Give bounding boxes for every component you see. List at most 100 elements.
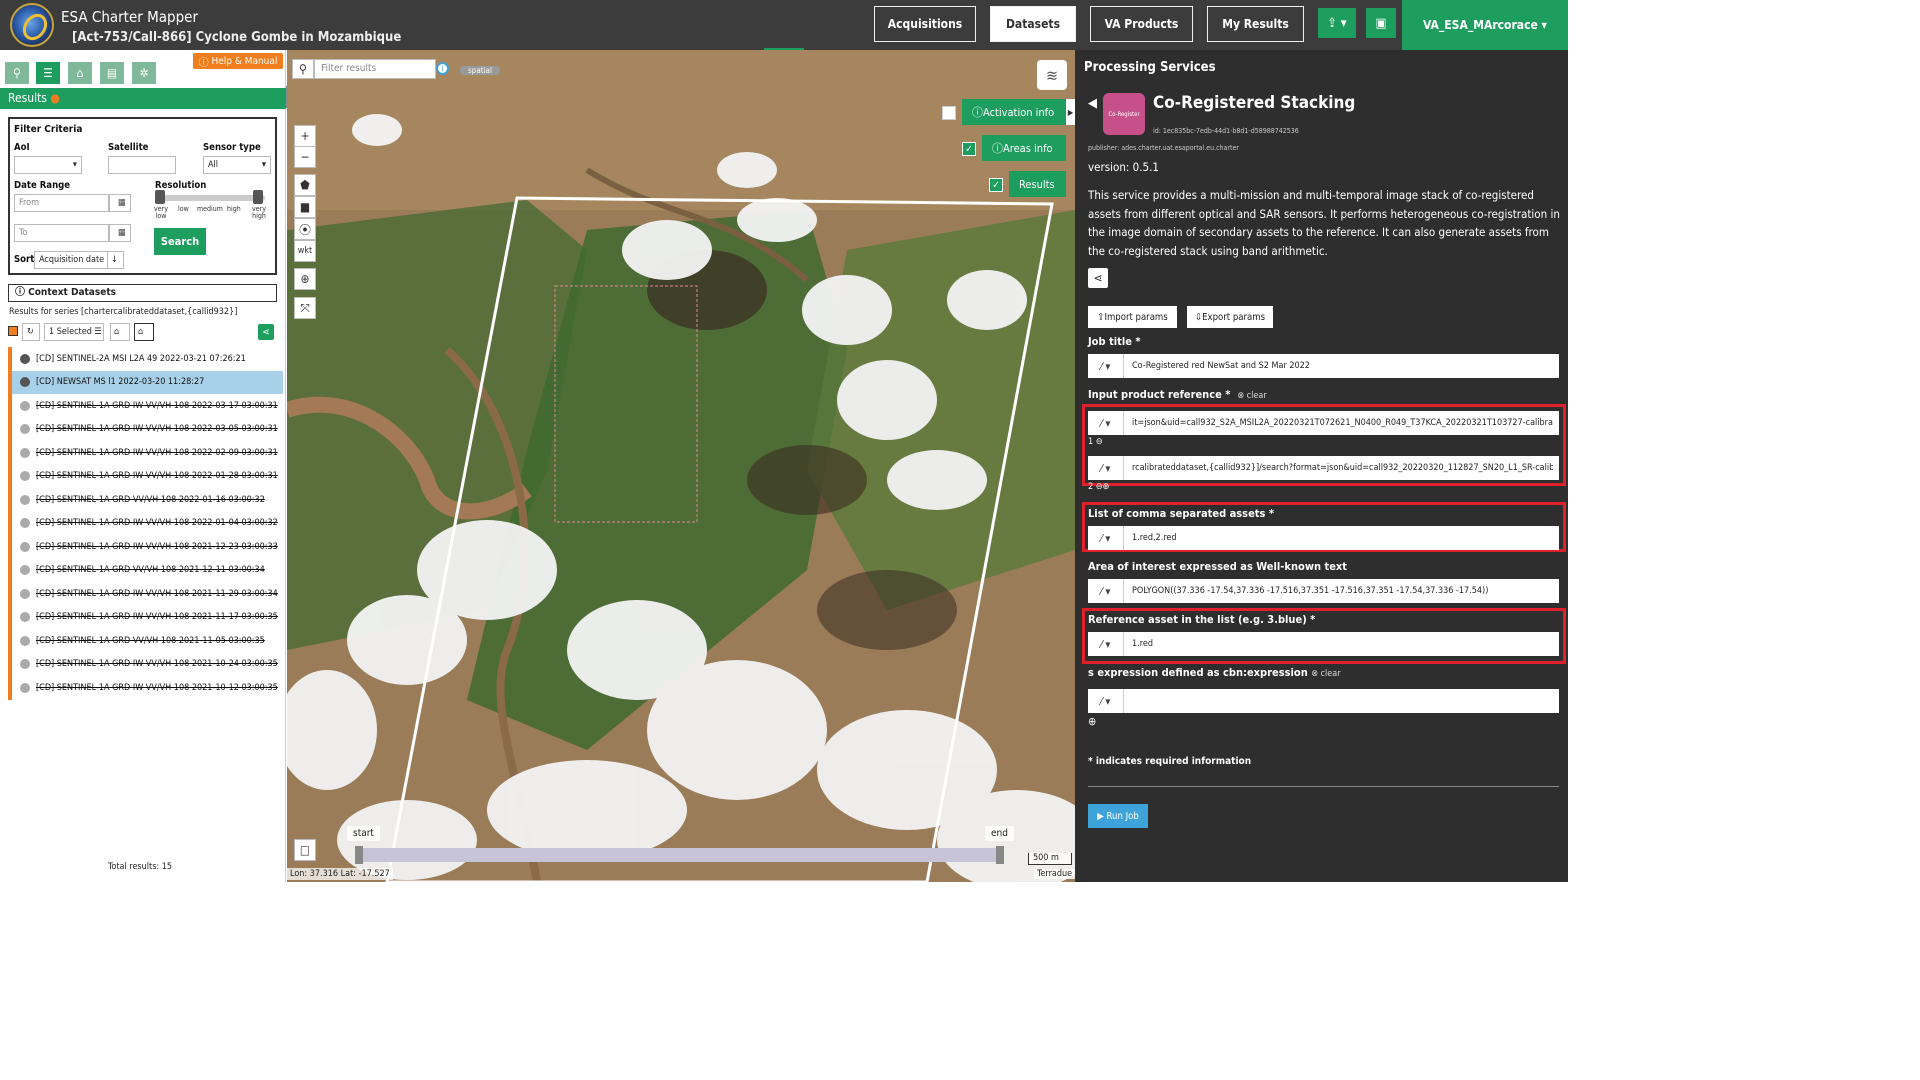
result-item[interactable]: [CD] SENTINEL-1A GRD VV/VH 108 2021-12-1… (8, 558, 283, 582)
import-params-button[interactable]: ⇪ Import params (1088, 306, 1177, 328)
from-date-input[interactable]: From (14, 194, 109, 212)
minus-circle-icon[interactable]: ⊖ (1096, 482, 1103, 492)
result-item[interactable]: [CD] SENTINEL-1A GRD IW VV/VH 108 2021-1… (8, 582, 283, 606)
share-icon[interactable]: ⋖ (258, 324, 274, 340)
aoi-select[interactable]: ▾ (14, 156, 82, 174)
nav-acquisitions[interactable]: Acquisitions (874, 6, 976, 42)
activation-info-button[interactable]: ⓘ Activation info (962, 99, 1066, 125)
results-layer-button[interactable]: Results (1009, 171, 1066, 197)
result-item[interactable]: [CD] SENTINEL-1A GRD VV/VH 108 2021-11-0… (8, 629, 283, 653)
expression-field[interactable]: ⁄ ▾ (1088, 689, 1559, 713)
plus-circle-icon[interactable]: ⊕ (1088, 715, 1096, 728)
result-item[interactable]: [CD] SENTINEL-1A GRD IW VV/VH 108 2022-0… (8, 441, 283, 465)
export-params-button[interactable]: ⇩ Export params (1187, 306, 1273, 328)
upload-icon[interactable]: ⇪ ▾ (1318, 8, 1356, 38)
layers-icon[interactable]: ≋ (1037, 60, 1067, 90)
basket-icon[interactable]: ⌂ (68, 62, 92, 84)
draw-point-icon[interactable]: ⦿ (294, 218, 316, 240)
sensor-type-select[interactable]: All ▾ (203, 156, 271, 174)
zoom-in-button[interactable]: + (294, 125, 316, 147)
fullscreen-icon[interactable]: ⤧ (294, 297, 316, 319)
areas-info-button[interactable]: ⓘ Areas info (982, 135, 1066, 161)
result-item[interactable]: [CD] SENTINEL-1A GRD IW VV/VH 108 2022-0… (8, 511, 283, 535)
share-icon[interactable]: ⋖ (1088, 268, 1108, 288)
result-item[interactable]: [CD] SENTINEL-1A GRD IW VV/VH 108 2022-0… (8, 464, 283, 488)
info-icon[interactable]: i (436, 62, 449, 75)
nav-my-results[interactable]: My Results (1207, 6, 1304, 42)
reference-asset-field[interactable]: ⁄ ▾ 1.red (1088, 632, 1559, 656)
search-icon[interactable]: ⚲ (292, 59, 314, 79)
wand-icon[interactable]: ⁄ ▾ (1088, 456, 1124, 480)
satellite-input[interactable] (108, 156, 176, 174)
sort-select[interactable]: Acquisition date (34, 251, 109, 269)
draw-polygon-icon[interactable]: ⬟ (294, 174, 316, 196)
to-date-input[interactable]: To (14, 224, 109, 242)
assets-field[interactable]: ⁄ ▾ 1.red,2.red (1088, 526, 1559, 550)
timeline-end-handle[interactable] (996, 846, 1004, 864)
resolution-handle-min[interactable] (155, 190, 165, 204)
resolution-slider[interactable] (155, 195, 265, 201)
help-manual-button[interactable]: ⓘ Help & Manual (193, 53, 283, 69)
result-item[interactable]: [CD] NEWSAT MS l1 2022-03-20 11:28:27 (8, 370, 283, 394)
search-button[interactable]: Search (154, 228, 206, 255)
sort-direction-icon[interactable]: ↓ (107, 251, 124, 269)
zoom-out-button[interactable]: − (294, 146, 316, 168)
nav-datasets[interactable]: Datasets (990, 6, 1076, 42)
input-product-field-2[interactable]: ⁄ ▾ rcalibrateddataset,{callid932}]/searc… (1088, 456, 1559, 480)
input-product-field-1[interactable]: ⁄ ▾ it=json&uid=call932_S2A_MSIL2A_202203… (1088, 411, 1559, 435)
calendar-icon[interactable]: ▦ (109, 194, 131, 212)
result-item[interactable]: [CD] SENTINEL-1A GRD IW VV/VH 108 2022-0… (8, 394, 283, 418)
select-all-checkbox[interactable] (8, 326, 18, 336)
timeline-start-handle[interactable] (355, 846, 363, 864)
wkt-button[interactable]: wkt (294, 240, 316, 262)
run-job-button[interactable]: ▶ Run Job (1088, 804, 1148, 828)
collapse-right-icon[interactable]: ▶ (1066, 99, 1075, 125)
wand-icon[interactable]: ⁄ ▾ (1088, 632, 1124, 656)
timeline-slider[interactable] (355, 848, 1003, 862)
list-icon[interactable]: ☰ (36, 62, 60, 84)
spatial-badge[interactable]: spatial (460, 66, 500, 75)
wand-icon[interactable]: ⁄ ▾ (1088, 526, 1124, 550)
map-view[interactable] (287, 50, 1075, 882)
nav-va-products[interactable]: VA Products (1090, 6, 1193, 42)
back-arrow-icon[interactable]: ◀ (1088, 96, 1097, 111)
context-datasets[interactable]: ⓘ Context Datasets (8, 284, 277, 302)
help-icon[interactable]: ● (50, 91, 59, 105)
plus-circle-icon[interactable]: ⊕ (1103, 482, 1110, 492)
results-checkbox[interactable]: ✓ (989, 178, 1003, 192)
basket-remove-icon[interactable]: ⌂ (134, 323, 154, 341)
square-icon[interactable]: □ (294, 839, 316, 861)
search-icon[interactable]: ⚲ (5, 62, 29, 84)
job-title-field[interactable]: ⁄ ▾ Co-Registered red NewSat and S2 Mar 2… (1088, 354, 1559, 378)
wand-icon[interactable]: ⁄ ▾ (1088, 579, 1124, 603)
map-filter-input[interactable]: Filter results (314, 59, 436, 79)
areas-info-checkbox[interactable]: ✓ (962, 142, 976, 156)
resolution-handle-max[interactable] (253, 190, 263, 204)
selected-dropdown[interactable]: 1 Selected ☰ (44, 323, 104, 341)
wand-icon[interactable]: ⁄ ▾ (1088, 411, 1124, 435)
result-item[interactable]: [CD] SENTINEL-1A GRD VV/VH 108 2022-01-1… (8, 488, 283, 512)
archive-icon[interactable]: ▤ (100, 62, 124, 84)
draw-rectangle-icon[interactable]: ■ (294, 196, 316, 218)
result-item[interactable]: [CD] SENTINEL-1A GRD IW VV/VH 108 2021-1… (8, 535, 283, 559)
basket-add-icon[interactable]: ⌂ (110, 323, 130, 341)
wand-icon[interactable]: ⁄ ▾ (1088, 354, 1124, 378)
result-item[interactable]: [CD] SENTINEL-1A GRD IW VV/VH 108 2021-1… (8, 605, 283, 629)
clear-expression-button[interactable]: ⊗ clear (1311, 669, 1340, 679)
esa-charter-logo[interactable] (10, 3, 54, 47)
minus-circle-icon[interactable]: ⊖ (1096, 437, 1103, 447)
globe-icon[interactable]: ⊕ (294, 268, 316, 290)
result-item[interactable]: [CD] SENTINEL-1A GRD IW VV/VH 108 2021-1… (8, 676, 283, 700)
result-item[interactable]: [CD] SENTINEL-1A GRD IW VV/VH 108 2021-1… (8, 652, 283, 676)
user-menu[interactable]: VA_ESA_MArcorace ▾ (1402, 0, 1568, 50)
clear-input-button[interactable]: ⊗ clear (1237, 391, 1266, 401)
gear-icon[interactable]: ✲ (132, 62, 156, 84)
refresh-icon[interactable]: ↻ (22, 323, 40, 341)
result-item[interactable]: [CD] SENTINEL-1A GRD IW VV/VH 108 2022-0… (8, 417, 283, 441)
briefcase-icon[interactable]: ▣ (1366, 8, 1396, 38)
aoi-wkt-field[interactable]: ⁄ ▾ POLYGON((37.336 -17.54,37.336 -17.516… (1088, 579, 1559, 603)
wand-icon[interactable]: ⁄ ▾ (1088, 689, 1124, 713)
result-item[interactable]: [CD] SENTINEL-2A MSI L2A 49 2022-03-21 0… (8, 347, 283, 371)
activation-info-checkbox[interactable] (942, 106, 956, 120)
calendar-icon[interactable]: ▦ (109, 224, 131, 242)
